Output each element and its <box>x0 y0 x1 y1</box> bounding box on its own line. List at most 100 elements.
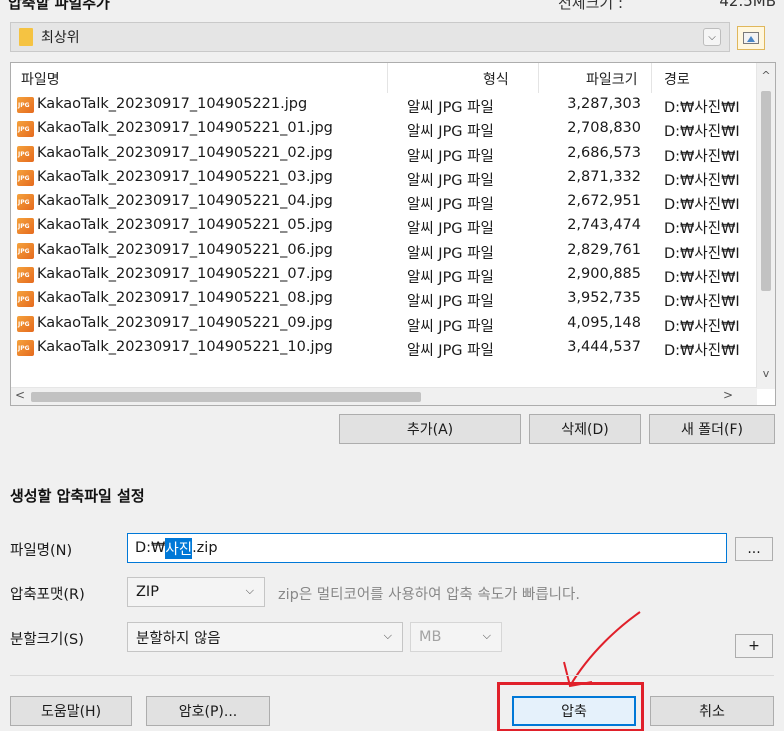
column-header-name[interactable]: 파일명 <box>21 69 60 89</box>
filename-input[interactable]: D:₩ 사진 .zip <box>127 533 727 563</box>
file-size-cell: 4,095,148 <box>567 314 641 331</box>
file-path-cell: D:₩사진₩I <box>664 245 740 262</box>
scroll-down-icon[interactable]: v <box>757 367 775 385</box>
file-name-cell: KakaoTalk_20230917_104905221_10.jpg <box>37 338 333 355</box>
scroll-right-icon[interactable]: > <box>719 388 737 405</box>
chevron-down-icon: ⌵ <box>383 629 392 642</box>
add-split-option-button[interactable]: + <box>735 634 773 658</box>
table-row[interactable]: KakaoTalk_20230917_104905221_01.jpg 알씨 JP… <box>11 117 757 141</box>
table-row[interactable]: KakaoTalk_20230917_104905221_05.jpg 알씨 JP… <box>11 214 757 238</box>
file-type-cell: 알씨 JPG 파일 <box>407 294 494 311</box>
file-path-cell: D:₩사진₩I <box>664 221 740 238</box>
jpg-file-icon <box>17 266 35 284</box>
folder-icon <box>19 28 33 46</box>
file-path-cell: D:₩사진₩I <box>664 294 740 311</box>
settings-section-title: 생성할 압축파일 설정 <box>10 487 145 505</box>
file-size-cell: 2,900,885 <box>567 266 641 283</box>
new-folder-button[interactable]: 새 폴더(F) <box>649 414 775 444</box>
column-header-size[interactable]: 파일크기 <box>586 69 638 89</box>
jpg-file-icon <box>17 120 35 138</box>
file-size-cell: 2,829,761 <box>567 241 641 258</box>
table-row[interactable]: KakaoTalk_20230917_104905221.jpg 알씨 JPG 파… <box>11 93 757 117</box>
horizontal-scrollbar[interactable]: < > <box>11 387 757 405</box>
file-type-cell: 알씨 JPG 파일 <box>407 124 494 141</box>
jpg-file-icon <box>17 315 35 333</box>
split-size-select-value: 분할하지 않음 <box>136 630 221 647</box>
file-name-cell: KakaoTalk_20230917_104905221_09.jpg <box>37 314 333 331</box>
file-size-cell: 2,686,573 <box>567 144 641 161</box>
table-row[interactable]: KakaoTalk_20230917_104905221_04.jpg 알씨 JP… <box>11 190 757 214</box>
annotation-arrow-icon <box>563 611 641 688</box>
column-header-type[interactable]: 형식 <box>483 69 509 89</box>
file-size-cell: 2,871,332 <box>567 168 641 185</box>
file-size-cell: 2,708,830 <box>567 120 641 137</box>
file-name-cell: KakaoTalk_20230917_104905221_06.jpg <box>37 241 333 258</box>
table-row[interactable]: KakaoTalk_20230917_104905221_07.jpg 알씨 JP… <box>11 263 757 287</box>
help-button[interactable]: 도움말(H) <box>10 696 132 726</box>
jpg-file-icon <box>17 96 35 114</box>
vertical-scroll-thumb[interactable] <box>761 91 771 291</box>
sort-ascending-icon: ^ <box>197 62 209 73</box>
password-button[interactable]: 암호(P)... <box>146 696 270 726</box>
add-button[interactable]: 추가(A) <box>339 414 521 444</box>
file-path-cell: D:₩사진₩I <box>664 197 740 214</box>
jpg-file-icon <box>17 169 35 187</box>
file-list-rows: KakaoTalk_20230917_104905221.jpg 알씨 JPG 파… <box>11 93 757 360</box>
delete-button[interactable]: 삭제(D) <box>529 414 641 444</box>
jpg-file-icon <box>17 290 35 308</box>
file-path-cell: D:₩사진₩I <box>664 124 740 141</box>
file-name-cell: KakaoTalk_20230917_104905221_04.jpg <box>37 193 333 210</box>
file-list[interactable]: 파일명 ^ 형식 파일크기 경로 KakaoTalk_20230917_1049… <box>10 62 776 406</box>
image-folder-icon <box>743 32 759 44</box>
file-name-cell: KakaoTalk_20230917_104905221.jpg <box>37 96 308 112</box>
file-type-cell: 알씨 JPG 파일 <box>407 221 494 238</box>
filename-label: 파일명(N) <box>10 543 73 559</box>
split-size-label: 분할크기(S) <box>10 632 84 648</box>
cancel-button[interactable]: 취소 <box>650 696 774 726</box>
file-type-cell: 알씨 JPG 파일 <box>407 342 494 359</box>
browse-button[interactable]: ... <box>735 537 773 561</box>
column-divider[interactable] <box>387 63 388 93</box>
folder-location-combo[interactable]: 최상위 ⌵ <box>10 22 730 52</box>
scroll-left-icon[interactable]: < <box>11 388 29 405</box>
format-select[interactable]: ZIP ⌵ <box>127 577 265 607</box>
format-label: 압축포맷(R) <box>10 587 85 603</box>
file-path-cell: D:₩사진₩I <box>664 342 740 359</box>
file-size-cell: 2,743,474 <box>567 217 641 234</box>
filename-selected-text: 사진 <box>165 537 193 559</box>
scroll-up-icon[interactable]: ^ <box>757 69 775 87</box>
table-row[interactable]: KakaoTalk_20230917_104905221_03.jpg 알씨 JP… <box>11 166 757 190</box>
footer-divider <box>10 675 774 676</box>
file-path-cell: D:₩사진₩I <box>664 148 740 165</box>
column-divider[interactable] <box>651 63 652 93</box>
table-row[interactable]: KakaoTalk_20230917_104905221_09.jpg 알씨 JP… <box>11 312 757 336</box>
table-row[interactable]: KakaoTalk_20230917_104905221_02.jpg 알씨 JP… <box>11 142 757 166</box>
file-name-cell: KakaoTalk_20230917_104905221_02.jpg <box>37 144 333 161</box>
split-size-select[interactable]: 분할하지 않음 ⌵ <box>127 622 403 652</box>
file-type-cell: 알씨 JPG 파일 <box>407 148 494 165</box>
format-select-value: ZIP <box>136 584 159 600</box>
file-type-cell: 알씨 JPG 파일 <box>407 100 494 116</box>
file-list-header: 파일명 ^ 형식 파일크기 경로 <box>11 63 757 93</box>
vertical-scrollbar[interactable]: ^ v <box>756 63 775 389</box>
total-size-label: 전체크기 : <box>558 0 624 12</box>
split-unit-select: MB ⌵ <box>410 622 502 652</box>
column-header-path[interactable]: 경로 <box>664 69 690 89</box>
file-type-cell: 알씨 JPG 파일 <box>407 270 494 287</box>
chevron-down-icon: ⌵ <box>245 584 254 597</box>
filename-suffix: .zip <box>192 540 218 556</box>
folder-browse-button[interactable] <box>737 26 765 50</box>
table-row[interactable]: KakaoTalk_20230917_104905221_10.jpg 알씨 JP… <box>11 336 757 360</box>
chevron-down-icon[interactable]: ⌵ <box>703 28 721 46</box>
column-divider[interactable] <box>538 63 539 93</box>
jpg-file-icon <box>17 193 35 211</box>
file-type-cell: 알씨 JPG 파일 <box>407 318 494 335</box>
table-row[interactable]: KakaoTalk_20230917_104905221_06.jpg 알씨 JP… <box>11 239 757 263</box>
filename-prefix: D:₩ <box>135 540 166 556</box>
file-name-cell: KakaoTalk_20230917_104905221_01.jpg <box>37 120 333 137</box>
file-size-cell: 3,444,537 <box>567 338 641 355</box>
file-path-cell: D:₩사진₩I <box>664 318 740 335</box>
table-row[interactable]: KakaoTalk_20230917_104905221_08.jpg 알씨 JP… <box>11 287 757 311</box>
file-path-cell: D:₩사진₩I <box>664 172 740 189</box>
horizontal-scroll-thumb[interactable] <box>31 392 421 402</box>
